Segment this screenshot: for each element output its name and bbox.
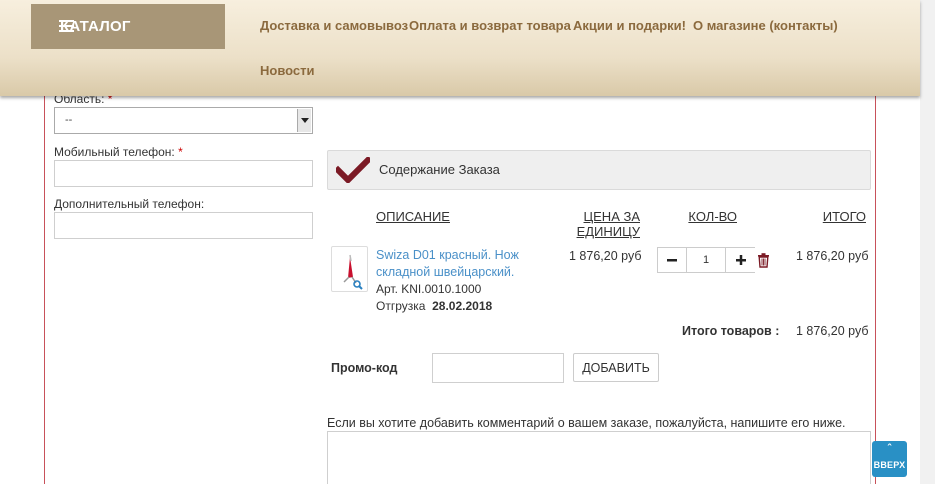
mobile-phone-label: Мобильный телефон: * — [54, 145, 183, 159]
col-unit-price: ЦЕНА ЗА ЕДИНИЦУ — [576, 209, 640, 239]
promo-code-input[interactable] — [432, 353, 564, 383]
product-name-link[interactable]: Swiza D01 красный. Нож складной швейцарс… — [376, 247, 536, 281]
order-summary-header: Содержание Заказа — [327, 150, 871, 190]
nav-payment[interactable]: Оплата и возврат товара — [409, 18, 571, 33]
region-select[interactable]: -- — [54, 107, 313, 134]
caret-up-icon: ˆ — [887, 443, 892, 455]
extra-phone-input[interactable] — [54, 212, 313, 239]
col-qty: КОЛ-ВО — [688, 209, 737, 224]
promo-code-label: Промо-код — [331, 361, 398, 375]
region-select-value: -- — [65, 114, 73, 126]
decrease-qty-button[interactable] — [658, 248, 686, 272]
product-thumbnail[interactable] — [331, 246, 368, 292]
required-mark: * — [178, 145, 183, 159]
order-title: Содержание Заказа — [379, 162, 500, 177]
col-total: ИТОГО — [822, 209, 866, 224]
quantity-value[interactable]: 1 — [686, 248, 726, 272]
mobile-phone-input[interactable] — [54, 160, 313, 187]
site-header: КАТАЛОГ Доставка и самовывоз Оплата и во… — [0, 0, 920, 96]
minus-icon — [667, 259, 677, 262]
extra-phone-label: Дополнительный телефон: — [54, 197, 205, 211]
items-total-label: Итого товаров : — [682, 324, 780, 338]
comment-hint: Если вы хотите добавить комментарий о ва… — [327, 416, 846, 430]
plus-icon — [736, 255, 746, 265]
item-total: 1 876,20 руб — [796, 249, 869, 263]
nav-delivery[interactable]: Доставка и самовывоз — [260, 18, 408, 33]
shipment-date: 28.02.2018 — [432, 299, 493, 313]
order-comment-textarea[interactable] — [327, 431, 871, 484]
checkmark-icon — [336, 157, 370, 183]
nav-news[interactable]: Новости — [260, 63, 315, 78]
nav-about[interactable]: О магазине (контакты) — [693, 18, 838, 33]
knife-image — [343, 254, 363, 290]
scroll-to-top-button[interactable]: ˆ ВВЕРХ — [872, 441, 907, 477]
unit-price: 1 876,20 руб — [569, 249, 642, 263]
nav-promotions[interactable]: Акции и подарки! — [573, 18, 686, 33]
product-sku: Арт. KNI.0010.1000 — [376, 282, 482, 296]
quantity-stepper: 1 — [657, 247, 755, 273]
catalog-button[interactable]: КАТАЛОГ — [31, 4, 225, 49]
items-total-value: 1 876,20 руб — [796, 324, 869, 338]
scroll-to-top-label: ВВЕРХ — [873, 460, 906, 470]
chevron-down-icon[interactable] — [297, 109, 311, 132]
add-promo-button[interactable]: ДОБАВИТЬ — [573, 353, 659, 382]
page-scrollbar[interactable] — [920, 0, 935, 484]
col-description: ОПИСАНИЕ — [376, 209, 450, 224]
product-shipment: Отгрузка 28.02.2018 — [376, 299, 493, 313]
menu-icon — [59, 20, 74, 33]
increase-qty-button[interactable] — [727, 248, 755, 272]
trash-icon[interactable] — [757, 253, 770, 268]
